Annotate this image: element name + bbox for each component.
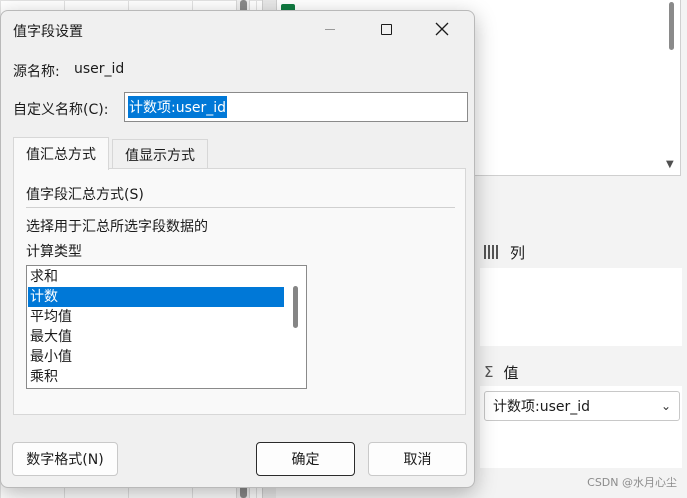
maximize-button[interactable] [363,11,409,47]
summarize-section-title: 值字段汇总方式(S) [26,187,144,203]
calc-type-listbox[interactable]: 求和 计数 平均值 最大值 最小值 乘积 [26,265,307,389]
value-field-settings-dialog: 值字段设置 源名称: user_id 自定义名称(C): 计数项:user_id… [0,10,475,488]
columns-icon [484,245,500,259]
minimize-icon [325,28,335,30]
calc-type-label: 计算类型 [26,244,82,260]
tab-show-values-as[interactable]: 值显示方式 [112,139,208,169]
list-item[interactable]: 乘积 [28,367,284,387]
field-list-scroll-thumb[interactable] [669,2,674,50]
list-item[interactable]: 最大值 [28,327,284,347]
close-button[interactable] [419,11,465,47]
source-name-label: 源名称: [13,64,60,80]
ok-button[interactable]: 确定 [256,442,355,476]
tab-summarize-by[interactable]: 值汇总方式 [13,137,109,170]
field-list-scrollbar[interactable]: ▼ [666,0,678,174]
custom-name-input[interactable]: 计数项:user_id [124,92,468,122]
columns-drop-area[interactable] [480,268,682,346]
dialog-titlebar[interactable]: 值字段设置 [1,11,474,49]
chevron-down-icon[interactable]: ⌄ [661,399,671,413]
watermark: CSDN @水月心尘 [587,476,677,489]
close-icon [435,22,449,36]
listbox-scrollbar[interactable] [286,266,306,388]
cancel-button[interactable]: 取消 [368,442,467,476]
values-area-header: Σ 值 [484,357,684,387]
number-format-button[interactable]: 数字格式(N) [12,442,118,476]
maximize-icon [380,23,392,35]
section-divider [26,207,455,208]
custom-name-label: 自定义名称(C): [13,102,109,118]
columns-area-header: 列 [484,237,684,267]
tab-show-values-as-label: 值显示方式 [125,147,195,164]
dialog-title: 值字段设置 [13,24,83,40]
summarize-description: 选择用于汇总所选字段数据的 [26,219,208,235]
source-name-value: user_id [74,61,125,77]
tab-summarize-by-label: 值汇总方式 [26,147,96,163]
minimize-button[interactable] [307,11,353,47]
list-item[interactable]: 最小值 [28,347,284,367]
columns-area-label: 列 [510,243,526,262]
summarize-tab-panel: 值字段汇总方式(S) 选择用于汇总所选字段数据的 计算类型 求和 计数 平均值 … [13,168,466,415]
scroll-down-arrow-icon[interactable]: ▼ [666,159,674,170]
list-item[interactable]: 平均值 [28,307,284,327]
list-item-selected[interactable]: 计数 [28,287,284,307]
values-area-label: 值 [503,363,519,382]
listbox-scroll-thumb[interactable] [293,286,298,328]
sigma-icon: Σ [484,363,494,381]
values-field-label: 计数项:user_id [493,399,591,415]
custom-name-value: 计数项:user_id [128,96,228,118]
list-item[interactable]: 求和 [28,267,284,287]
values-field-chip[interactable]: 计数项:user_id ⌄ [484,391,680,421]
